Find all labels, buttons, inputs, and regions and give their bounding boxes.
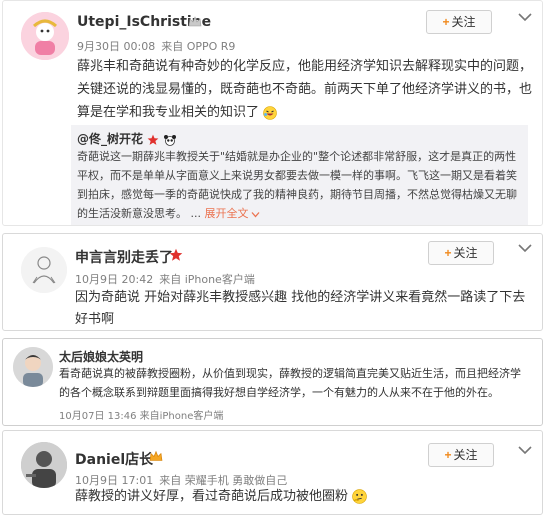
avatar[interactable] (13, 347, 53, 387)
weibo-post-4: Daniel店长 10月9日 17:01 来自 荣耀手机 勇敢做自己 + 关注 薛教… (2, 430, 543, 515)
repost-box[interactable]: @佟_树开花 奇葩说这一期薛兆丰教授关于"结婚就是办企业的"整个论述都非常舒服，… (71, 125, 528, 225)
post-text: 看奇葩说真的被薛教授圈粉，从价值到现实，薛教授的逻辑简直完美又贴近生活，而且把经… (59, 367, 521, 399)
post-date[interactable]: 9月30日 00:08 (77, 40, 155, 53)
follow-button[interactable]: + 关注 (428, 443, 494, 467)
post-date[interactable]: 10月9日 20:42 (75, 273, 153, 286)
username[interactable]: Daniel店长 (75, 449, 153, 469)
follow-label: 关注 (451, 15, 476, 29)
plus-icon: + (442, 15, 450, 29)
avatar[interactable] (21, 12, 69, 60)
follow-label: 关注 (453, 448, 478, 462)
avatar[interactable] (21, 442, 67, 488)
red-star-icon (169, 248, 183, 261)
expand-link[interactable]: 展开全文 (205, 207, 260, 220)
chevron-down-icon[interactable] (518, 445, 532, 455)
avatar[interactable] (21, 247, 67, 293)
post-date[interactable]: 10月9日 17:01 (75, 474, 153, 487)
post-text-content: 薛教授的讲义好厚，看过奇葩说后成功被他圈粉 (75, 489, 349, 504)
post-text: 因为奇葩说 开始对薛兆丰教授感兴趣 找他的经济学讲义来看竟然一路读了下去好书啊 (75, 290, 526, 327)
post-text: 薛兆丰和奇葩说有种奇妙的化学反应，他能用经济学知识去解释现实中的问题，关键还说的… (77, 55, 532, 124)
vip-crown-icon (188, 16, 202, 27)
repost-text: 奇葩说这一期薛兆丰教授关于"结婚就是办企业的"整个论述都非常舒服，这才是真正的两… (77, 147, 518, 223)
post-source: 来自 OPPO R9 (161, 40, 236, 53)
plus-icon: + (444, 246, 452, 260)
weibo-post-3: 太后娘娘太英明 看奇葩说真的被薛教授圈粉，从价值到现实，薛教授的逻辑简直完美又贴… (2, 338, 543, 426)
red-star-icon (147, 134, 159, 145)
vip-crown-icon (149, 450, 163, 461)
username[interactable]: 申言言别走丢了 (75, 247, 173, 267)
expand-label[interactable]: 展开全文 (205, 207, 249, 220)
expand-arrow-icon (251, 211, 259, 217)
panda-emoji-icon (164, 134, 177, 146)
plus-icon: + (444, 448, 452, 462)
repost-text-content: 奇葩说这一期薛兆丰教授关于"结婚就是办企业的"整个论述都非常舒服，这才是真正的两… (77, 150, 517, 220)
post-timestamp[interactable]: 10月07日 13:46 来自iPhone客户端 (59, 407, 223, 422)
post-text: 薛教授的讲义好厚，看过奇葩说后成功被他圈粉 (75, 487, 530, 507)
weibo-post-2: 申言言别走丢了 10月9日 20:42 来自 iPhone客户端 + 关注 因为奇葩… (2, 233, 543, 331)
thinking-emoji-icon (352, 489, 367, 504)
post-source: 来自 iPhone客户端 (159, 273, 255, 286)
laugh-emoji-icon (263, 105, 277, 120)
repost-username[interactable]: @佟_树开花 (77, 132, 143, 146)
chevron-down-icon[interactable] (518, 243, 532, 253)
chevron-down-icon[interactable] (518, 12, 532, 22)
post-text-content: 薛兆丰和奇葩说有种奇妙的化学反应，他能用经济学知识去解释现实中的问题，关键还说的… (77, 59, 533, 120)
post-source: 来自 荣耀手机 勇敢做自己 (159, 474, 288, 487)
follow-label: 关注 (453, 246, 478, 260)
follow-button[interactable]: + 关注 (428, 241, 494, 265)
post-meta: 10月9日 17:01 来自 荣耀手机 勇敢做自己 (75, 472, 293, 488)
weibo-post-1: Utepi_IsChristine 9月30日 00:08 来自 OPPO R9 … (2, 0, 543, 226)
follow-button[interactable]: + 关注 (426, 10, 492, 34)
username[interactable]: 太后娘娘太英明 (59, 348, 143, 365)
post-meta: 9月30日 00:08 来自 OPPO R9 (77, 38, 241, 54)
post-meta: 10月9日 20:42 来自 iPhone客户端 (75, 271, 261, 287)
repost-author[interactable]: @佟_树开花 (77, 130, 177, 147)
